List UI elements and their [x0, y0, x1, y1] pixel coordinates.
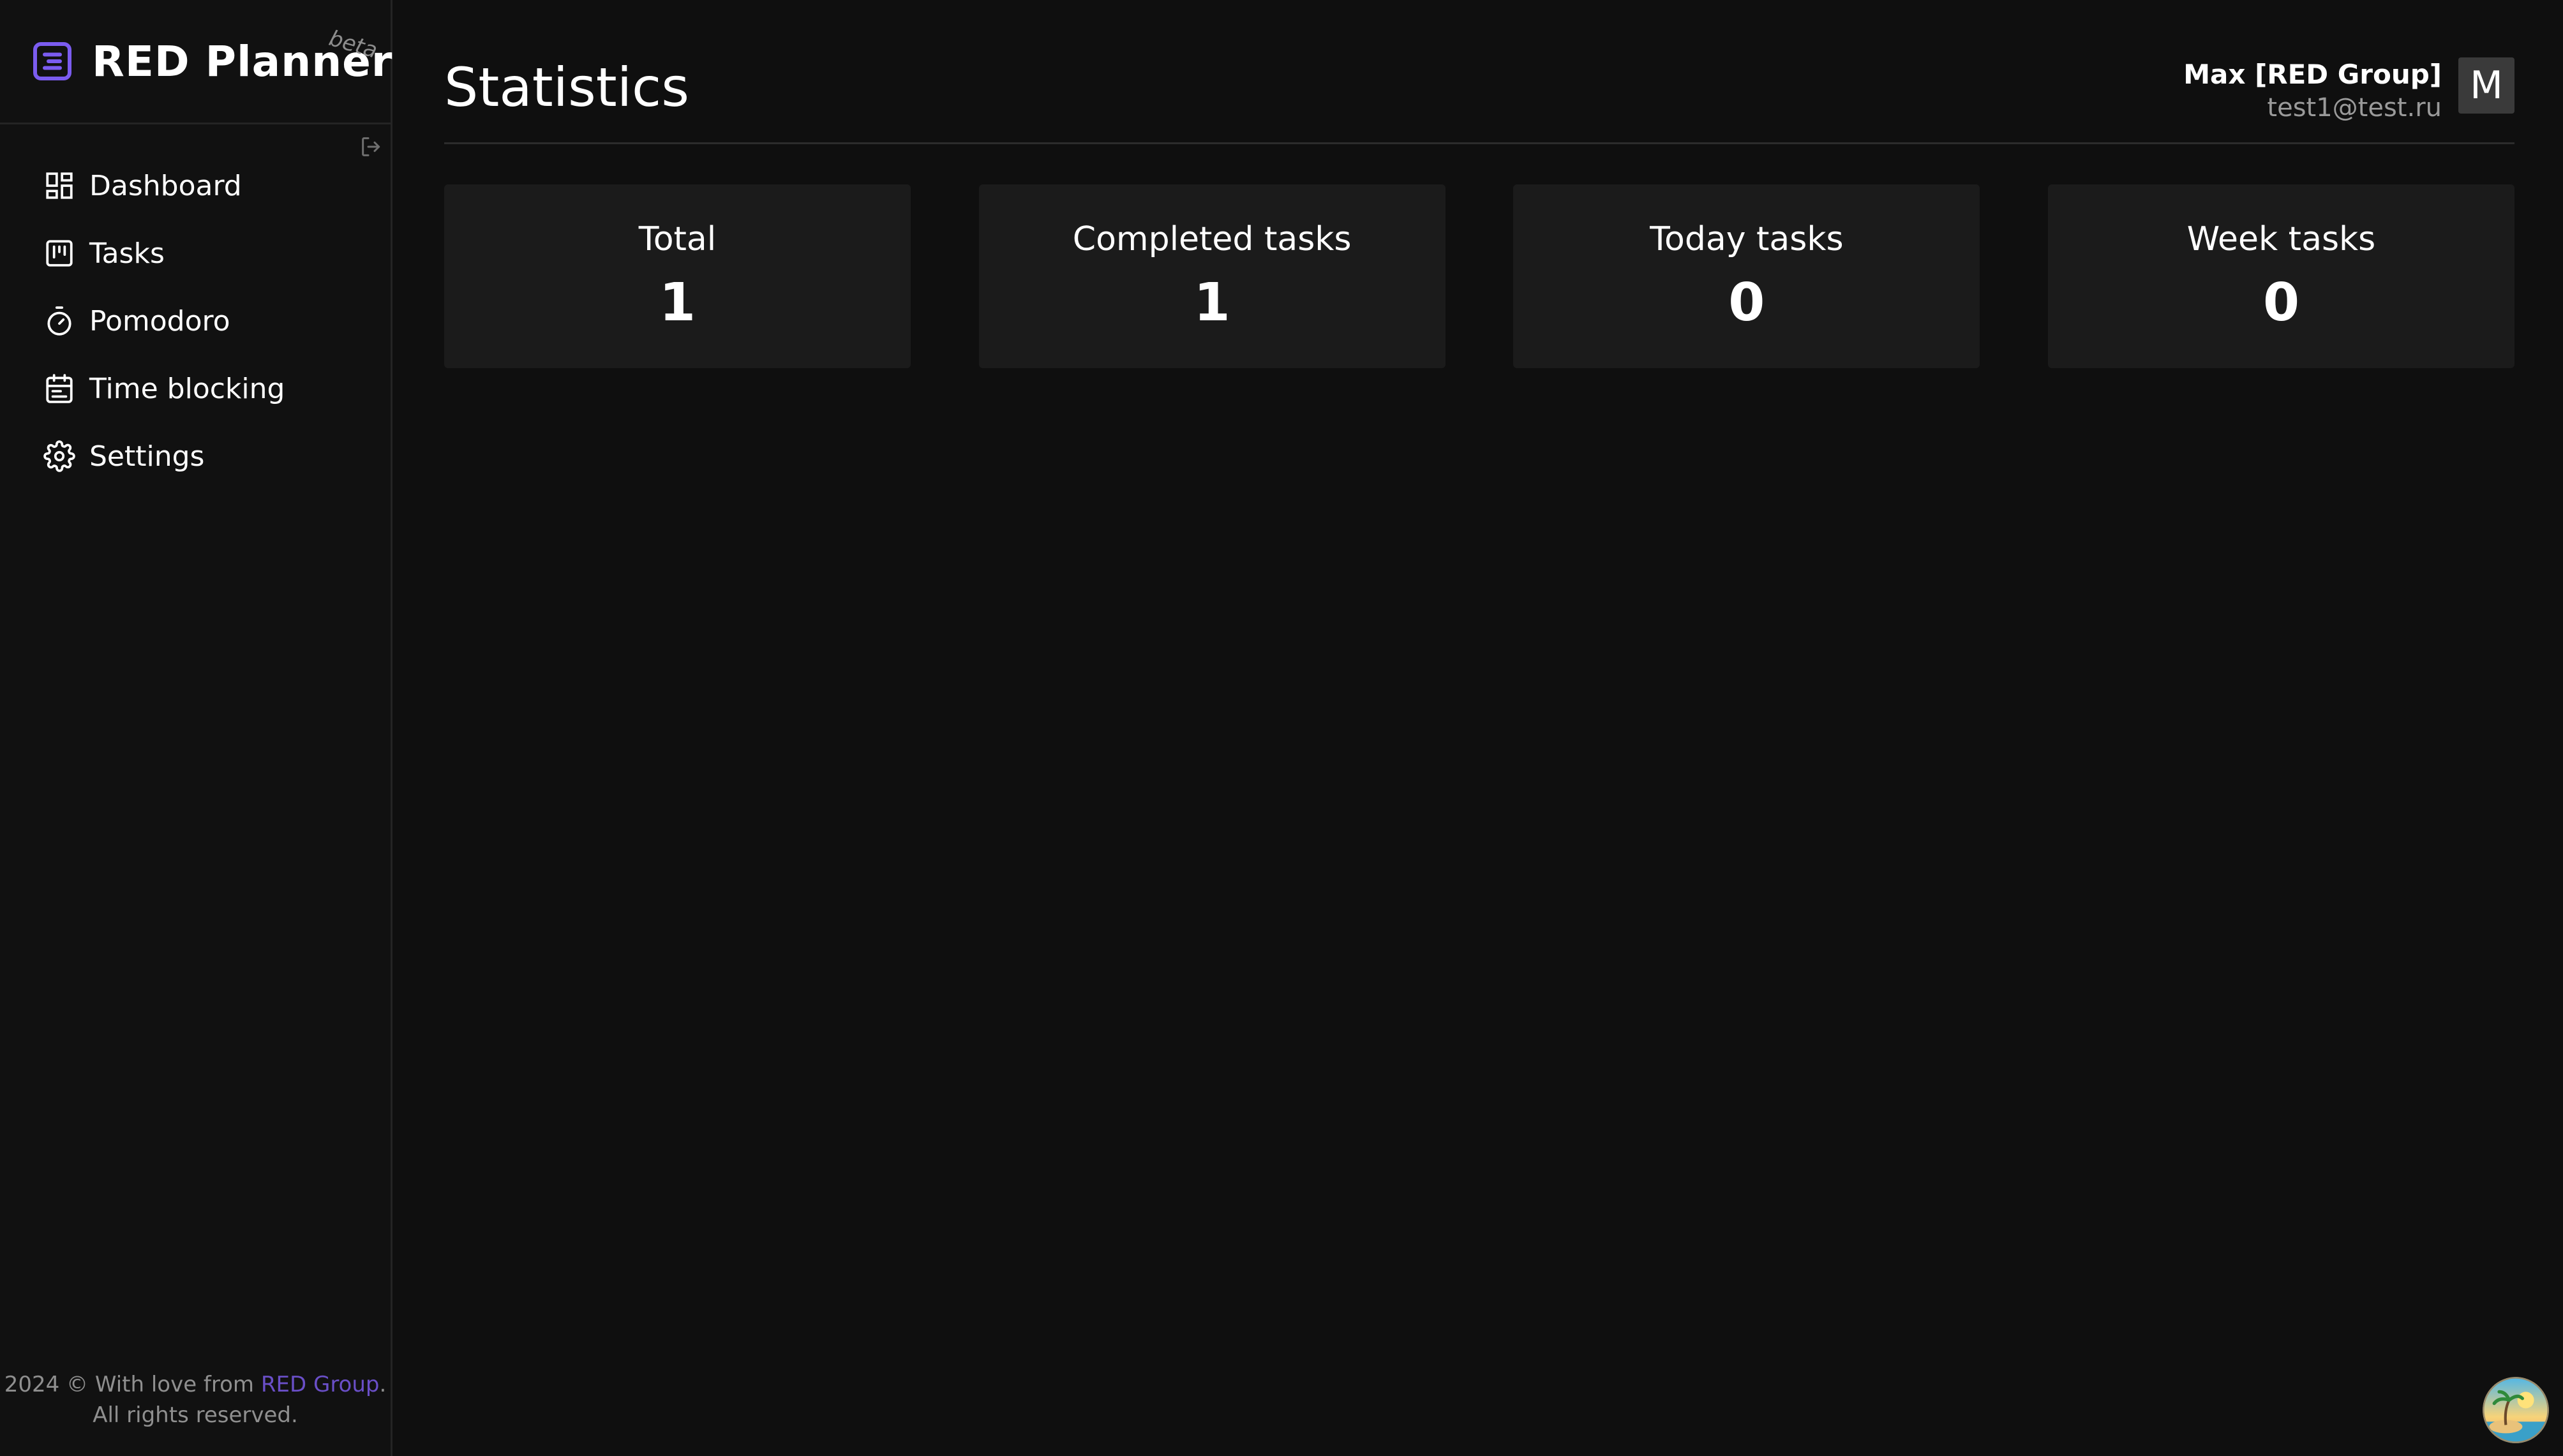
footer-suffix: . [379, 1372, 387, 1397]
stat-value: 1 [1193, 272, 1230, 333]
stat-label: Total [638, 220, 717, 258]
dashboard-icon [42, 168, 77, 203]
stat-card-completed: Completed tasks 1 [978, 184, 1446, 368]
sidebar-item-label: Time blocking [89, 372, 285, 405]
stat-label: Week tasks [2186, 220, 2376, 258]
sidebar-item-tasks[interactable]: Tasks [0, 219, 391, 287]
sidebar-item-label: Tasks [89, 237, 165, 270]
sidebar-item-label: Dashboard [89, 169, 242, 202]
page-title: Statistics [444, 56, 689, 119]
stat-card-today: Today tasks 0 [1513, 184, 1980, 368]
sidebar-nav: Dashboard Tasks Pomodoro Time blocking S… [0, 152, 391, 490]
timer-icon [42, 304, 77, 338]
beach-avatar-icon[interactable] [2483, 1377, 2549, 1443]
sidebar-item-settings[interactable]: Settings [0, 422, 391, 490]
stat-card-total: Total 1 [444, 184, 911, 368]
footer-link-red-group[interactable]: RED Group [261, 1372, 380, 1397]
page-header: Statistics Max [RED Group] test1@test.ru… [444, 38, 2514, 144]
kanban-icon [42, 236, 77, 271]
stat-label: Completed tasks [1072, 220, 1352, 258]
stat-card-week: Week tasks 0 [2047, 184, 2514, 368]
sidebar: RED Planner beta Dashboard Tasks Pomodor… [0, 0, 392, 1456]
avatar[interactable]: M [2458, 57, 2514, 114]
main-content: Statistics Max [RED Group] test1@test.ru… [392, 0, 2563, 1456]
stat-value: 1 [659, 272, 696, 333]
footer-text: 2024 © With love from [4, 1372, 261, 1397]
sidebar-item-pomodoro[interactable]: Pomodoro [0, 287, 391, 355]
stat-value: 0 [1728, 272, 1765, 333]
footer-line-1: 2024 © With love from RED Group. [0, 1369, 391, 1400]
sidebar-item-label: Settings [89, 440, 205, 473]
sidebar-item-time-blocking[interactable]: Time blocking [0, 355, 391, 422]
calendar-icon [42, 371, 77, 406]
footer-line-2: All rights reserved. [93, 1402, 298, 1428]
sidebar-item-dashboard[interactable]: Dashboard [0, 152, 391, 219]
user-email: test1@test.ru [2267, 93, 2442, 123]
user-profile[interactable]: Max [RED Group] test1@test.ru M [2183, 57, 2514, 124]
stat-label: Today tasks [1650, 220, 1844, 258]
sidebar-item-label: Pomodoro [89, 304, 230, 338]
footer: 2024 © With love from RED Group. All rig… [0, 1369, 391, 1430]
stat-value: 0 [2262, 272, 2299, 333]
user-info: Max [RED Group] test1@test.ru [2183, 57, 2442, 124]
user-name: Max [RED Group] [2183, 59, 2442, 90]
brand[interactable]: RED Planner beta [0, 0, 392, 124]
app-root: RED Planner beta Dashboard Tasks Pomodor… [0, 0, 2563, 1456]
list-icon [29, 38, 75, 84]
gear-icon [42, 439, 77, 473]
stats-grid: Total 1 Completed tasks 1 Today tasks 0 … [444, 184, 2514, 368]
